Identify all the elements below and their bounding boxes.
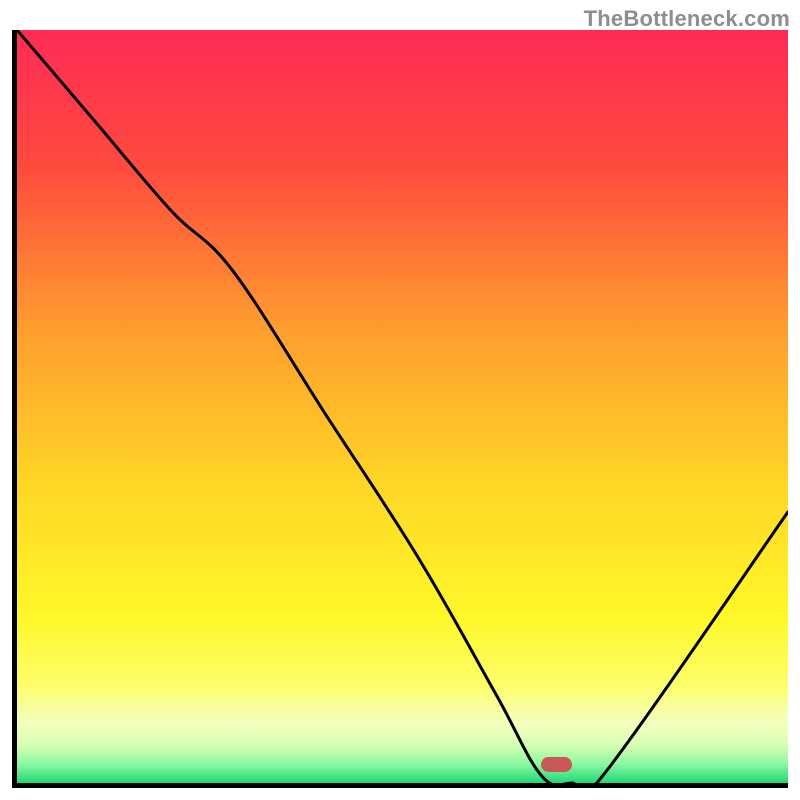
watermark-text: TheBottleneck.com: [584, 6, 790, 32]
optimal-marker: [541, 757, 572, 772]
gradient-fill: [17, 30, 788, 783]
chart-svg: [17, 30, 788, 783]
plot-area: [17, 30, 788, 783]
x-axis: [12, 783, 788, 788]
